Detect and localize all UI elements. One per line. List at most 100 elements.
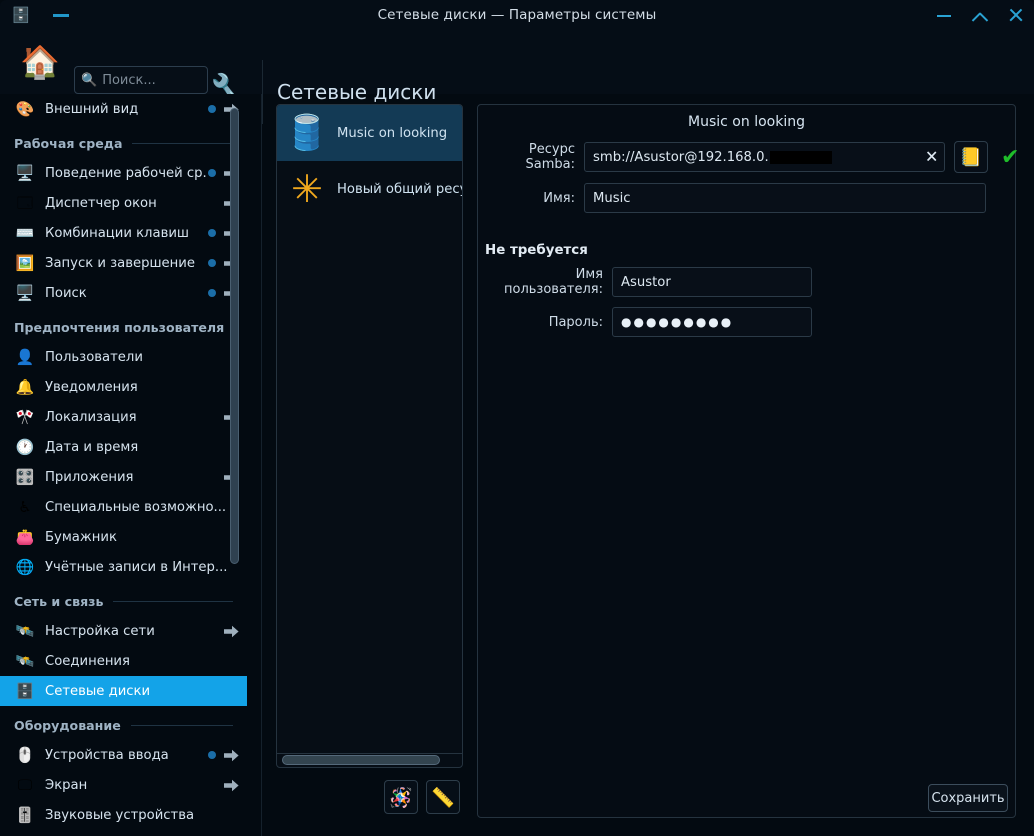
sidebar-item-network-drives[interactable]: 🗄️ Сетевые диски [0, 676, 247, 706]
home-icon[interactable]: 🏠 [18, 40, 62, 84]
sidebar-item-label: Комбинации клавиш [45, 226, 189, 241]
sidebar-group-20: Оборудование [0, 710, 247, 740]
sidebar-item-label: Поведение рабочей ср... [45, 166, 208, 181]
sidebar-item-label: Сетевые диски [45, 684, 150, 699]
wallet-icon: 👛 [14, 526, 36, 548]
samba-input[interactable]: smb://Asustor@192.168.0. 🗙 [584, 142, 945, 172]
display-icon: 🖵 [14, 774, 36, 796]
sidebar-list: 🎨Внешний вид Рабочая среда 🖥️ Поведение раб… [0, 94, 247, 830]
status-dot [208, 229, 216, 237]
window-title: Сетевые диски — Параметры системы [0, 7, 1034, 23]
sidebar-scrollbar-thumb[interactable] [230, 108, 239, 564]
desktop-behavior-icon: 🖥️ [14, 162, 36, 184]
connections-icon: 🛰️ [14, 650, 36, 672]
shares-hscrollbar-thumb[interactable] [282, 755, 440, 765]
share-list-item-label: Music on looking [337, 126, 447, 141]
startup-shutdown-icon: 🖼️ [14, 252, 36, 274]
online-accounts-icon: 🌐 [14, 556, 36, 578]
samba-field-row: Ресурс Samba: smb://Asustor@192.168.0. 🗙… [485, 141, 1019, 173]
sidebar-item-window-manager[interactable]: 🗔Диспетчер окон [0, 188, 247, 218]
network-drives-icon: 🗄️ [14, 680, 36, 702]
browse-folder-icon[interactable]: 📒 [954, 141, 988, 173]
new-share-asterisk-icon: ✳ [283, 165, 331, 213]
password-input[interactable]: ●●●●●●●●● [612, 307, 812, 337]
window-controls [936, 0, 1024, 30]
sidebar-item-label: Устройства ввода [45, 748, 169, 763]
username-label: Имя пользователя: [485, 267, 603, 297]
search-placeholder: Поиск... [102, 73, 156, 88]
sidebar-item-sound-devices[interactable]: 🎚️ Звуковые устройства [0, 800, 247, 830]
save-button[interactable]: Сохранить [928, 784, 1008, 812]
sidebar-group-rule [131, 725, 233, 726]
share-list-item[interactable]: ✳Новый общий ресурс [277, 161, 462, 217]
name-label: Имя: [485, 191, 575, 206]
sidebar-item-label: Пользователи [45, 350, 143, 365]
username-field-row: Имя пользователя: Asustor [485, 267, 812, 297]
sidebar-group-label: Предпочтения пользователя [14, 320, 224, 335]
sidebar-item-users[interactable]: 👤 Пользователи [0, 342, 247, 372]
status-dot [208, 259, 216, 267]
password-value: ●●●●●●●●● [621, 315, 733, 329]
sidebar-item-localization[interactable]: 🎌 Локализация [0, 402, 247, 432]
sidebar-item-network-settings[interactable]: 🛰️Настройка сети [0, 616, 247, 646]
status-dot [208, 289, 216, 297]
localization-icon: 🎌 [14, 406, 36, 428]
sidebar-item-label: Приложения [45, 470, 133, 485]
auth-section-header: Не требуется [485, 243, 588, 258]
sidebar-item-display[interactable]: 🖵 Экран [0, 770, 247, 800]
clear-icon[interactable]: 🗙 [926, 145, 937, 169]
sidebar-item-label: Экран [45, 778, 87, 793]
settings-sidebar: 🎨Внешний вид Рабочая среда 🖥️ Поведение раб… [0, 94, 247, 836]
input-devices-icon: 🖱️ [14, 744, 36, 766]
sidebar-item-wallet[interactable]: 👛Бумажник [0, 522, 247, 552]
name-value: Music [593, 191, 631, 206]
sidebar-item-startup-shutdown[interactable]: 🖼️Запуск и завершение [0, 248, 247, 278]
sidebar-item-appearance[interactable]: 🎨Внешний вид [0, 94, 247, 124]
sidebar-item-search-settings[interactable]: 🖥️Поиск [0, 278, 247, 308]
sound-devices-icon: 🎚️ [14, 804, 36, 826]
username-value: Asustor [621, 275, 671, 290]
sidebar-group-label: Оборудование [14, 718, 121, 733]
sidebar-item-online-accounts[interactable]: 🌐Учётные записи в Интер... [0, 552, 247, 582]
sidebar-group-rule [113, 601, 233, 602]
search-input[interactable]: 🔍 Поиск... [74, 66, 208, 94]
status-dot [208, 105, 216, 113]
sidebar-item-label: Специальные возможно... [45, 500, 226, 515]
minimize-button[interactable] [936, 7, 952, 23]
maximize-button[interactable] [972, 7, 988, 23]
sidebar-item-keyboard-shortcuts[interactable]: ⌨️Комбинации клавиш [0, 218, 247, 248]
samba-redacted-block [770, 151, 832, 164]
sidebar-scrollbar-track[interactable] [234, 98, 243, 832]
sidebar-item-label: Дата и время [45, 440, 138, 455]
content-left-edge [261, 94, 262, 836]
sidebar-item-label: Поиск [45, 286, 87, 301]
sidebar-item-clock[interactable]: 🕐Дата и время [0, 432, 247, 462]
sidebar-item-connections[interactable]: 🛰️Соединения [0, 646, 247, 676]
detail-title: Music on looking [478, 114, 1015, 130]
users-icon: 👤 [14, 346, 36, 368]
close-button[interactable] [1008, 7, 1024, 23]
sidebar-item-input-devices[interactable]: 🖱️ Устройства ввода [0, 740, 247, 770]
sidebar-group-1: Рабочая среда [0, 128, 247, 158]
sidebar-item-label: Звуковые устройства [45, 808, 194, 823]
username-input[interactable]: Asustor [612, 267, 812, 297]
sidebar-item-desktop-behavior[interactable]: 🖥️ Поведение рабочей ср... [0, 158, 247, 188]
name-input[interactable]: Music [584, 183, 986, 213]
sidebar-group-16: Сеть и связь [0, 586, 247, 616]
password-label: Пароль: [485, 315, 603, 330]
sidebar-item-notifications[interactable]: 🔔Уведомления [0, 372, 247, 402]
add-share-icon[interactable]: 🪅 [384, 780, 418, 814]
shares-list: 🛢️ Music on looking ✳Новый общий ресурс [277, 105, 462, 217]
sidebar-item-label: Внешний вид [45, 102, 138, 117]
window-manager-icon: 🗔 [14, 192, 36, 214]
sidebar-item-label: Локализация [45, 410, 137, 425]
sidebar-item-applications[interactable]: 🎛️Приложения [0, 462, 247, 492]
database-icon: 🛢️ [283, 109, 331, 157]
settings-window: 🗄️ Сетевые диски — Параметры системы 🏠 🔍… [0, 0, 1034, 836]
title-bar: 🗄️ Сетевые диски — Параметры системы [0, 0, 1034, 30]
remove-share-icon[interactable]: 📏 [426, 780, 460, 814]
accessibility-icon: ♿ [14, 496, 36, 518]
share-list-item[interactable]: 🛢️ Music on looking [277, 105, 462, 161]
sidebar-item-accessibility[interactable]: ♿ Специальные возможно... [0, 492, 247, 522]
status-dot [208, 169, 216, 177]
